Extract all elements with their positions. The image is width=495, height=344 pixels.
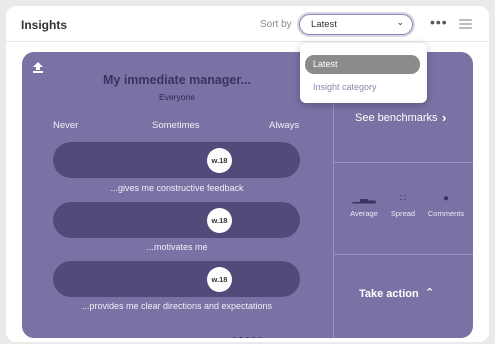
- take-action-button[interactable]: Take action: [359, 288, 419, 300]
- sort-option-insight-category[interactable]: Insight category: [305, 78, 420, 97]
- comments-label: Comments: [427, 209, 465, 218]
- see-benchmarks-link[interactable]: See benchmarks: [355, 112, 438, 124]
- scale-mid-label: Sometimes: [152, 120, 200, 131]
- chevron-up-icon[interactable]: ⌃: [425, 286, 434, 299]
- sort-option-latest[interactable]: Latest: [305, 55, 420, 74]
- page-dot[interactable]: [233, 337, 236, 338]
- more-icon[interactable]: •••: [430, 14, 448, 30]
- scale-high-label: Always: [269, 120, 300, 131]
- sort-label: Sort by: [260, 19, 292, 30]
- question-title: My immediate manager...: [103, 73, 251, 87]
- pagination-dots[interactable]: [233, 330, 273, 338]
- question-subtitle: Everyone: [159, 92, 195, 102]
- hamburger-icon[interactable]: [459, 19, 472, 30]
- scale-low-label: Never: [53, 120, 79, 131]
- sort-select[interactable]: Latest ⌄: [299, 14, 413, 35]
- sort-dropdown-menu: Latest Insight category: [300, 43, 427, 103]
- spread-label: Spread: [390, 209, 416, 218]
- comments-tab[interactable]: ● Comments: [423, 191, 469, 218]
- page-dot[interactable]: [239, 336, 243, 338]
- divider: [334, 254, 473, 255]
- scatter-icon: ∷: [399, 193, 407, 204]
- page-dot[interactable]: [258, 337, 261, 338]
- spread-tab[interactable]: ∷ Spread: [380, 191, 426, 218]
- statement-bar: w.18: [53, 142, 300, 178]
- statement-label: ...provides me clear directions and expe…: [81, 301, 273, 311]
- statement-label: ...motivates me: [146, 242, 208, 252]
- chevron-down-icon: ⌄: [396, 17, 404, 27]
- divider: [334, 162, 473, 163]
- statement-bar: w.18: [53, 202, 300, 238]
- statement-bar: w.18: [53, 261, 300, 297]
- header: Insights Sort by Latest ⌄ •••: [6, 6, 489, 42]
- statement-label: ...gives me constructive feedback: [110, 183, 244, 193]
- page-dot[interactable]: [246, 337, 249, 338]
- page-title: Insights: [21, 18, 68, 32]
- score-marker[interactable]: w.18: [207, 267, 232, 292]
- chevron-right-icon[interactable]: ›: [442, 110, 446, 125]
- score-marker[interactable]: w.18: [207, 148, 232, 173]
- insights-screen: Insights Sort by Latest ⌄ ••• My immedia…: [0, 0, 495, 344]
- sort-select-value: Latest: [311, 19, 337, 30]
- page-dot[interactable]: [252, 337, 255, 338]
- comment-icon: ●: [442, 193, 450, 204]
- insights-panel: Insights Sort by Latest ⌄ ••• My immedia…: [6, 6, 489, 342]
- score-marker[interactable]: w.18: [207, 208, 232, 233]
